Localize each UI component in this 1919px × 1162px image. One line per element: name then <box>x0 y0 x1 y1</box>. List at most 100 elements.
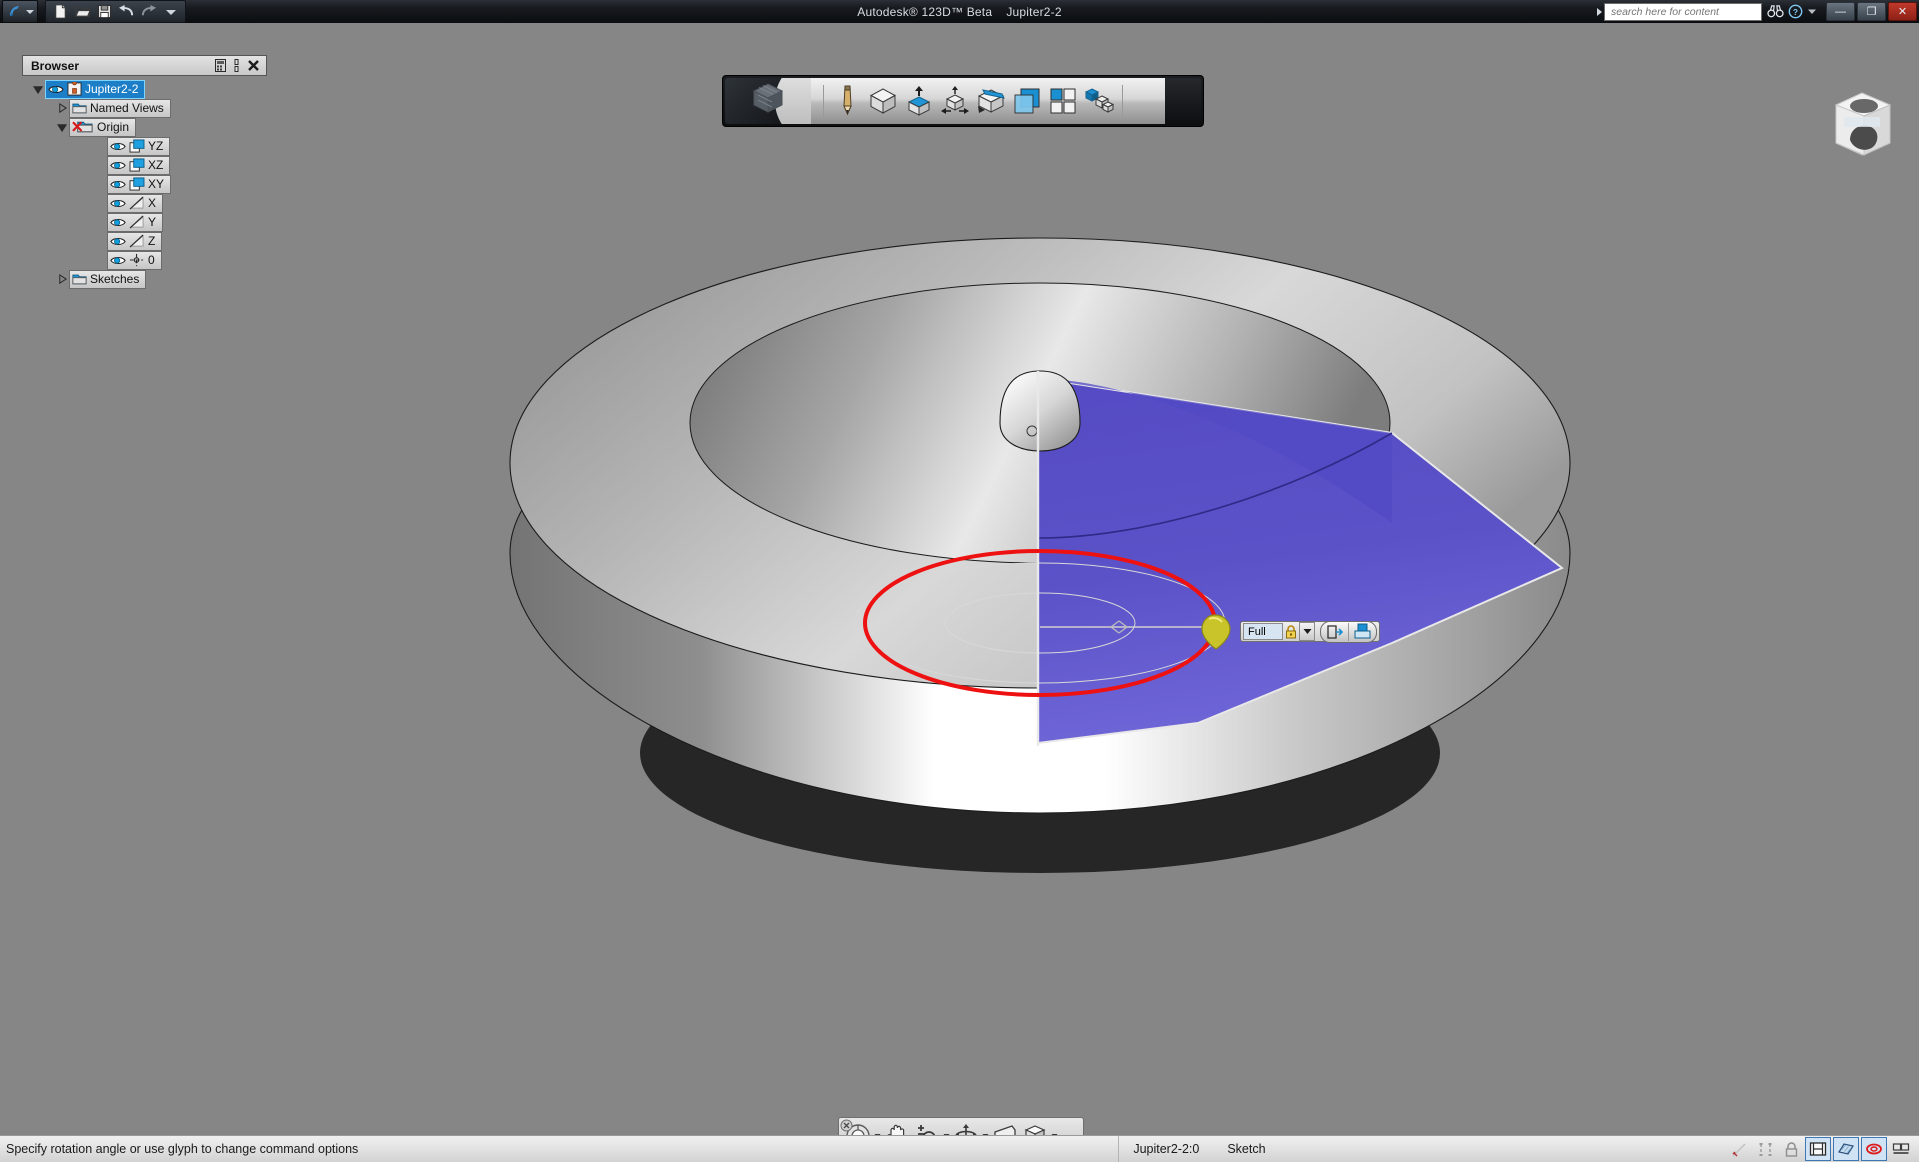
operation-button[interactable] <box>1348 622 1376 641</box>
primitives-tool-button[interactable] <box>866 82 900 120</box>
lock-icon[interactable] <box>1779 1138 1803 1160</box>
orbit-mode-icon[interactable] <box>1861 1137 1887 1161</box>
tree-expander[interactable] <box>56 121 69 134</box>
window-icon[interactable] <box>1889 1138 1913 1160</box>
toolbar-divider <box>823 85 824 117</box>
browser-panel-buttons <box>215 59 266 72</box>
undo-arrow-icon <box>119 4 134 16</box>
visibility-eye-icon[interactable] <box>110 141 126 152</box>
quick-access-toolbar <box>45 0 186 23</box>
viewcube[interactable] <box>1822 81 1902 165</box>
close-button[interactable]: ✕ <box>1888 2 1917 21</box>
tree-row-z[interactable]: Z <box>22 231 267 251</box>
visibility-eye-icon[interactable] <box>110 236 126 247</box>
tree-expander[interactable] <box>56 273 69 286</box>
tree-node[interactable]: YZ <box>107 136 171 156</box>
grid-icon[interactable] <box>1805 1137 1831 1161</box>
tree-node-label: Z <box>148 234 156 248</box>
search-expander-button[interactable] <box>1593 2 1604 21</box>
tree-node-label: X <box>148 196 157 210</box>
axis-icon <box>129 215 144 229</box>
pattern-tool-button[interactable] <box>1046 82 1080 120</box>
tree-expander-spacer <box>94 178 107 191</box>
sketch-tool-button[interactable] <box>830 82 864 120</box>
search-input-wrapper[interactable] <box>1604 2 1762 21</box>
combine-tool-button[interactable] <box>1010 82 1044 120</box>
tree-row-origin[interactable]: Origin <box>22 117 267 137</box>
customize-qat-button[interactable] <box>161 3 180 21</box>
status-toggles <box>1727 1136 1919 1162</box>
tree-node-label: XZ <box>148 158 164 172</box>
glyph-mini-toolbar[interactable]: Full <box>1240 620 1380 643</box>
new-file-button[interactable] <box>51 3 70 21</box>
app-cube-logo-button[interactable] <box>725 78 811 124</box>
tree-expander[interactable] <box>32 83 45 96</box>
tree-row-jupiter2-2[interactable]: Jupiter2-2 <box>22 79 267 99</box>
help-dropdown-icon[interactable] <box>1807 7 1817 16</box>
tree-row-yz[interactable]: YZ <box>22 136 267 156</box>
tree-node[interactable]: Sketches <box>69 269 147 289</box>
open-folder-icon <box>74 6 91 17</box>
minimize-button[interactable]: — <box>1826 2 1855 21</box>
viewport[interactable]: Browser Jupiter2-2 Named Views Origin YZ XZ X… <box>0 23 1919 1155</box>
tree-node[interactable]: X <box>107 193 164 213</box>
tree-expander[interactable] <box>56 102 69 115</box>
visibility-eye-icon[interactable] <box>110 179 126 190</box>
construct-tool-button[interactable] <box>902 82 936 120</box>
undo-button[interactable] <box>117 3 136 21</box>
tree-node[interactable]: Named Views <box>69 98 171 118</box>
tree-node-label: Y <box>148 215 157 229</box>
tree-node[interactable]: XY <box>107 174 172 194</box>
modify-tool-button[interactable] <box>938 82 972 120</box>
document-title-text: Jupiter2-2 <box>1006 4 1062 19</box>
visibility-eye-icon[interactable] <box>110 217 126 228</box>
tree-row-0[interactable]: 0 <box>22 250 267 270</box>
maximize-button[interactable]: ❐ <box>1857 2 1886 21</box>
redo-button[interactable] <box>139 3 158 21</box>
tree-node[interactable]: Z <box>107 231 163 251</box>
panel-pin-icon[interactable] <box>233 59 240 72</box>
tree-node[interactable]: Y <box>107 212 164 232</box>
tree-row-x[interactable]: X <box>22 193 267 213</box>
visibility-eye-icon[interactable] <box>110 198 126 209</box>
visibility-eye-icon[interactable] <box>110 255 126 266</box>
visibility-eye-icon[interactable] <box>48 84 64 95</box>
save-disk-icon <box>97 4 112 19</box>
panel-dock-icon[interactable] <box>215 59 226 72</box>
shaded-icon[interactable] <box>1833 1137 1859 1161</box>
tree-node-label: 0 <box>148 253 155 267</box>
panel-close-icon[interactable] <box>247 59 260 72</box>
lock-angle-button[interactable] <box>1283 624 1298 640</box>
open-file-button[interactable] <box>73 3 92 21</box>
help-icon[interactable]: ? <box>1788 4 1803 19</box>
search-input[interactable] <box>1609 4 1757 19</box>
tree-row-named-views[interactable]: Named Views <box>22 98 267 118</box>
folder-icon <box>72 274 87 285</box>
folder-icon <box>72 103 87 114</box>
part-icon <box>67 82 82 96</box>
redo-arrow-icon <box>141 4 156 16</box>
sketch-edit-tool-button[interactable] <box>974 82 1008 120</box>
new-file-icon <box>55 4 66 19</box>
save-file-button[interactable] <box>95 3 114 21</box>
browser-panel[interactable]: Browser Jupiter2-2 Named Views Origin YZ XZ X… <box>22 55 267 289</box>
tree-node[interactable]: Jupiter2-2 <box>45 79 146 99</box>
tree-row-xy[interactable]: XY <box>22 174 267 194</box>
binoculars-icon[interactable] <box>1767 4 1784 19</box>
rotation-angle-field[interactable]: Full <box>1243 623 1283 640</box>
tree-node[interactable]: 0 <box>107 250 162 270</box>
tree-node[interactable]: XZ <box>107 155 171 175</box>
tree-row-xz[interactable]: XZ <box>22 155 267 175</box>
flip-direction-button[interactable] <box>1321 623 1348 641</box>
snap-icon[interactable] <box>1727 1138 1751 1160</box>
assemble-tool-button[interactable] <box>1082 82 1116 120</box>
visibility-eye-icon[interactable] <box>110 160 126 171</box>
navbar-close-icon[interactable] <box>840 1119 853 1132</box>
axis-icon <box>129 196 144 210</box>
tree-node[interactable]: Origin <box>69 117 137 137</box>
constraints-icon[interactable] <box>1753 1138 1777 1160</box>
tree-row-y[interactable]: Y <box>22 212 267 232</box>
application-menu-button[interactable] <box>2 0 38 23</box>
tree-row-sketches[interactable]: Sketches <box>22 269 267 289</box>
glyph-dropdown-button[interactable] <box>1299 622 1315 641</box>
